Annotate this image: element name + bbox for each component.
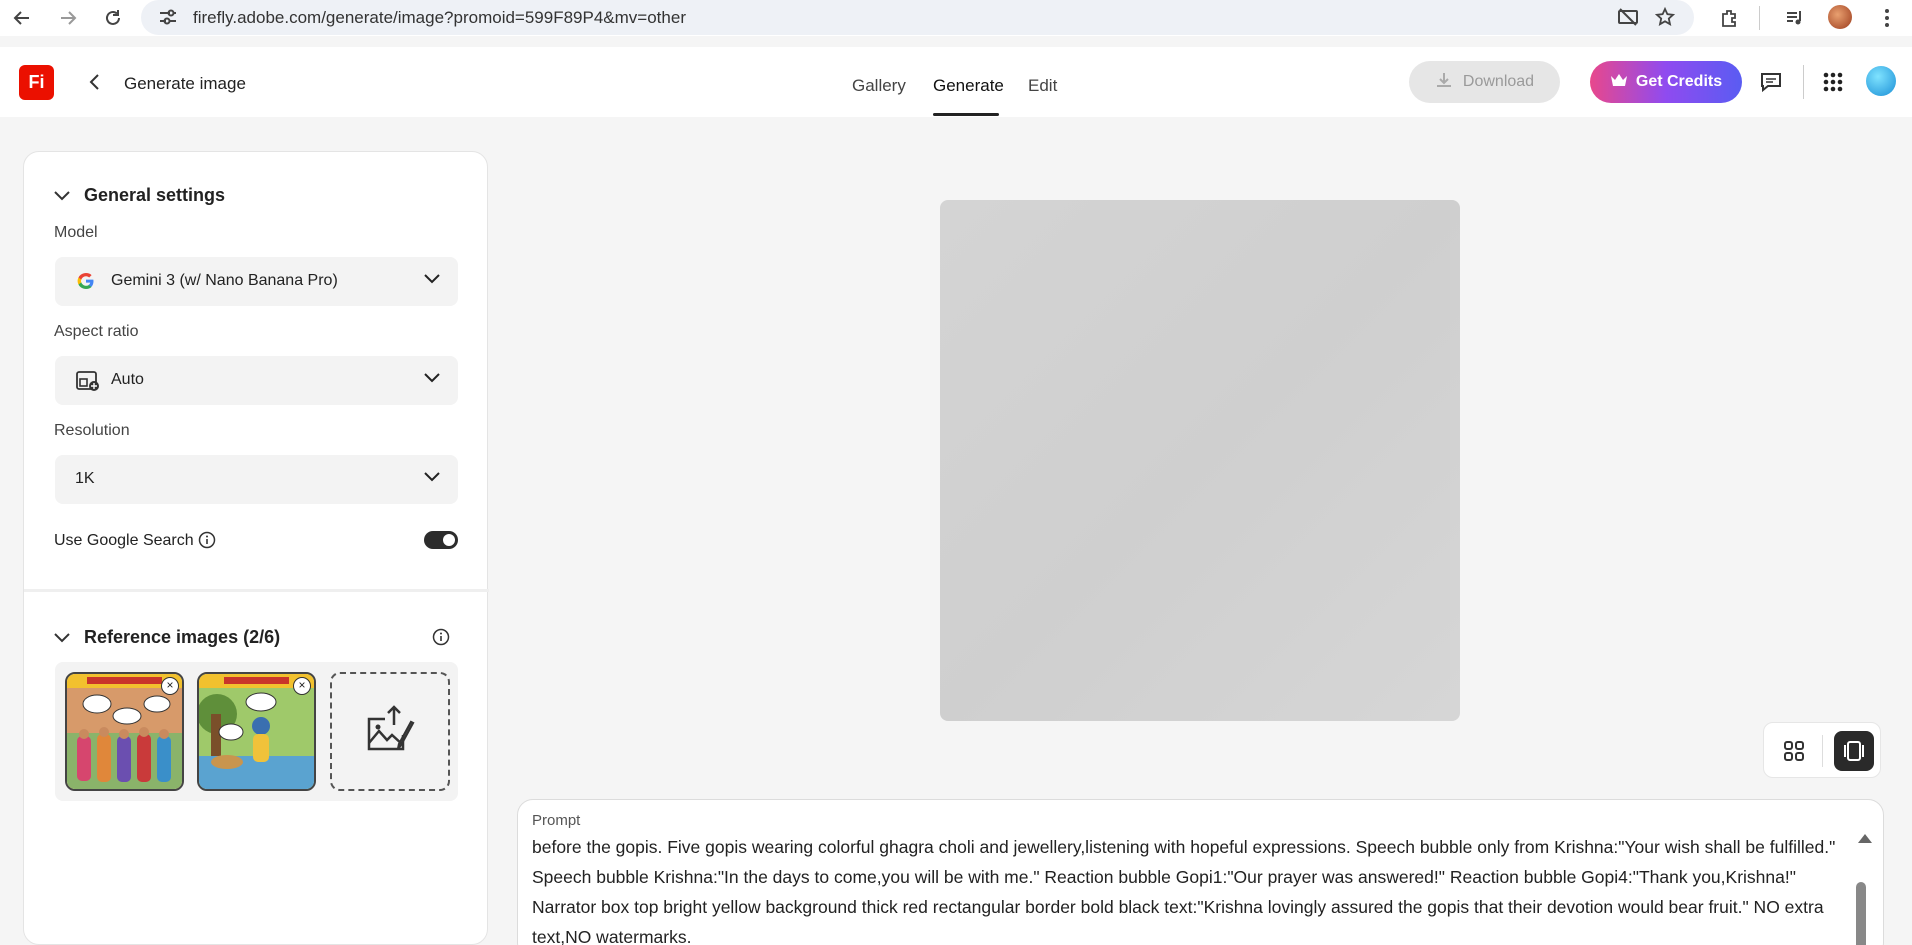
reload-icon[interactable] [97, 2, 129, 34]
more-vert-icon[interactable] [1875, 6, 1899, 30]
toggle-knob [443, 534, 455, 546]
browser-toolbar: firefly.adobe.com/generate/image?promoid… [0, 0, 1912, 36]
google-search-label: Use Google Search [54, 532, 194, 549]
page-title: Generate image [124, 74, 246, 93]
toolbar-divider [1759, 6, 1760, 30]
download-label: Download [1462, 73, 1535, 90]
prompt-scrollbar[interactable] [1856, 882, 1866, 945]
general-settings-header[interactable]: General settings [54, 185, 225, 206]
grid-view-icon[interactable] [1774, 731, 1814, 771]
url-text: firefly.adobe.com/generate/image?promoid… [193, 7, 686, 27]
prompt-input[interactable]: before the gopis. Five gopis wearing col… [532, 832, 1842, 945]
chevron-down-icon [424, 370, 440, 388]
aspect-ratio-value: Auto [111, 371, 144, 388]
image-preview-placeholder [940, 200, 1460, 721]
app-header: Fi Generate image Gallery Generate Edit … [0, 47, 1912, 117]
remove-reference-button[interactable]: × [161, 677, 179, 695]
media-icon[interactable] [1783, 6, 1807, 30]
reference-images-title: Reference images (2/6) [84, 627, 281, 647]
google-logo-icon [77, 272, 95, 295]
get-credits-label: Get Credits [1635, 73, 1723, 90]
get-credits-button[interactable]: Get Credits [1590, 61, 1742, 103]
resolution-select[interactable]: 1K [55, 455, 458, 504]
firefly-logo[interactable]: Fi [19, 65, 54, 100]
chevron-down-icon [424, 469, 440, 487]
chevron-down-icon [424, 271, 440, 289]
feedback-icon[interactable] [1756, 67, 1786, 97]
account-avatar-icon[interactable] [1866, 66, 1896, 96]
reference-thumbnail-2[interactable]: × [197, 672, 316, 791]
apps-grid-icon[interactable] [1818, 67, 1848, 97]
chevron-left-icon[interactable] [84, 69, 104, 95]
crown-icon [1610, 73, 1628, 92]
header-divider [1803, 65, 1804, 99]
no-camera-icon[interactable] [1616, 5, 1640, 29]
upload-image-icon [363, 705, 417, 758]
address-bar[interactable]: firefly.adobe.com/generate/image?promoid… [141, 0, 1694, 35]
profile-avatar-icon[interactable] [1828, 5, 1852, 29]
prompt-box[interactable]: Prompt before the gopis. Five gopis wear… [517, 799, 1884, 945]
view-mode-toggle [1763, 722, 1881, 778]
download-icon [1435, 71, 1453, 94]
chevron-down-icon [54, 627, 70, 648]
prompt-label: Prompt [532, 812, 581, 829]
model-select[interactable]: Gemini 3 (w/ Nano Banana Pro) [55, 257, 458, 306]
reference-images-header[interactable]: Reference images (2/6) [54, 627, 280, 648]
scroll-up-arrow-icon[interactable] [1858, 834, 1872, 843]
extensions-icon[interactable] [1717, 6, 1741, 30]
google-search-toggle[interactable] [424, 531, 458, 549]
tab-gallery[interactable]: Gallery [852, 76, 906, 96]
back-arrow-icon[interactable] [6, 2, 38, 34]
reference-thumbnail-1[interactable]: × [65, 672, 184, 791]
model-value: Gemini 3 (w/ Nano Banana Pro) [111, 272, 338, 289]
section-divider [24, 589, 489, 592]
view-toggle-divider [1822, 735, 1823, 767]
aspect-ratio-select[interactable]: Auto [55, 356, 458, 405]
active-tab-indicator [933, 113, 999, 116]
resolution-label: Resolution [54, 422, 130, 439]
tab-edit[interactable]: Edit [1028, 76, 1057, 96]
site-info-icon[interactable] [158, 8, 178, 31]
remove-reference-button[interactable]: × [293, 677, 311, 695]
tab-generate[interactable]: Generate [933, 76, 1004, 96]
chevron-down-icon [54, 185, 70, 206]
info-icon[interactable] [432, 628, 450, 651]
star-icon[interactable] [1653, 5, 1677, 29]
aspect-ratio-label: Aspect ratio [54, 323, 139, 340]
settings-panel: General settings Model Gemini 3 (w/ Nano… [23, 151, 489, 945]
reference-images-tray: × × [55, 662, 458, 801]
forward-arrow-icon[interactable] [52, 2, 84, 34]
single-view-icon[interactable] [1834, 731, 1874, 771]
resolution-value: 1K [75, 470, 95, 487]
upload-reference-button[interactable] [330, 672, 450, 791]
general-settings-title: General settings [84, 185, 226, 205]
model-label: Model [54, 224, 98, 241]
info-icon[interactable] [198, 531, 216, 554]
download-button[interactable]: Download [1409, 61, 1560, 103]
aspect-ratio-icon [75, 369, 101, 398]
